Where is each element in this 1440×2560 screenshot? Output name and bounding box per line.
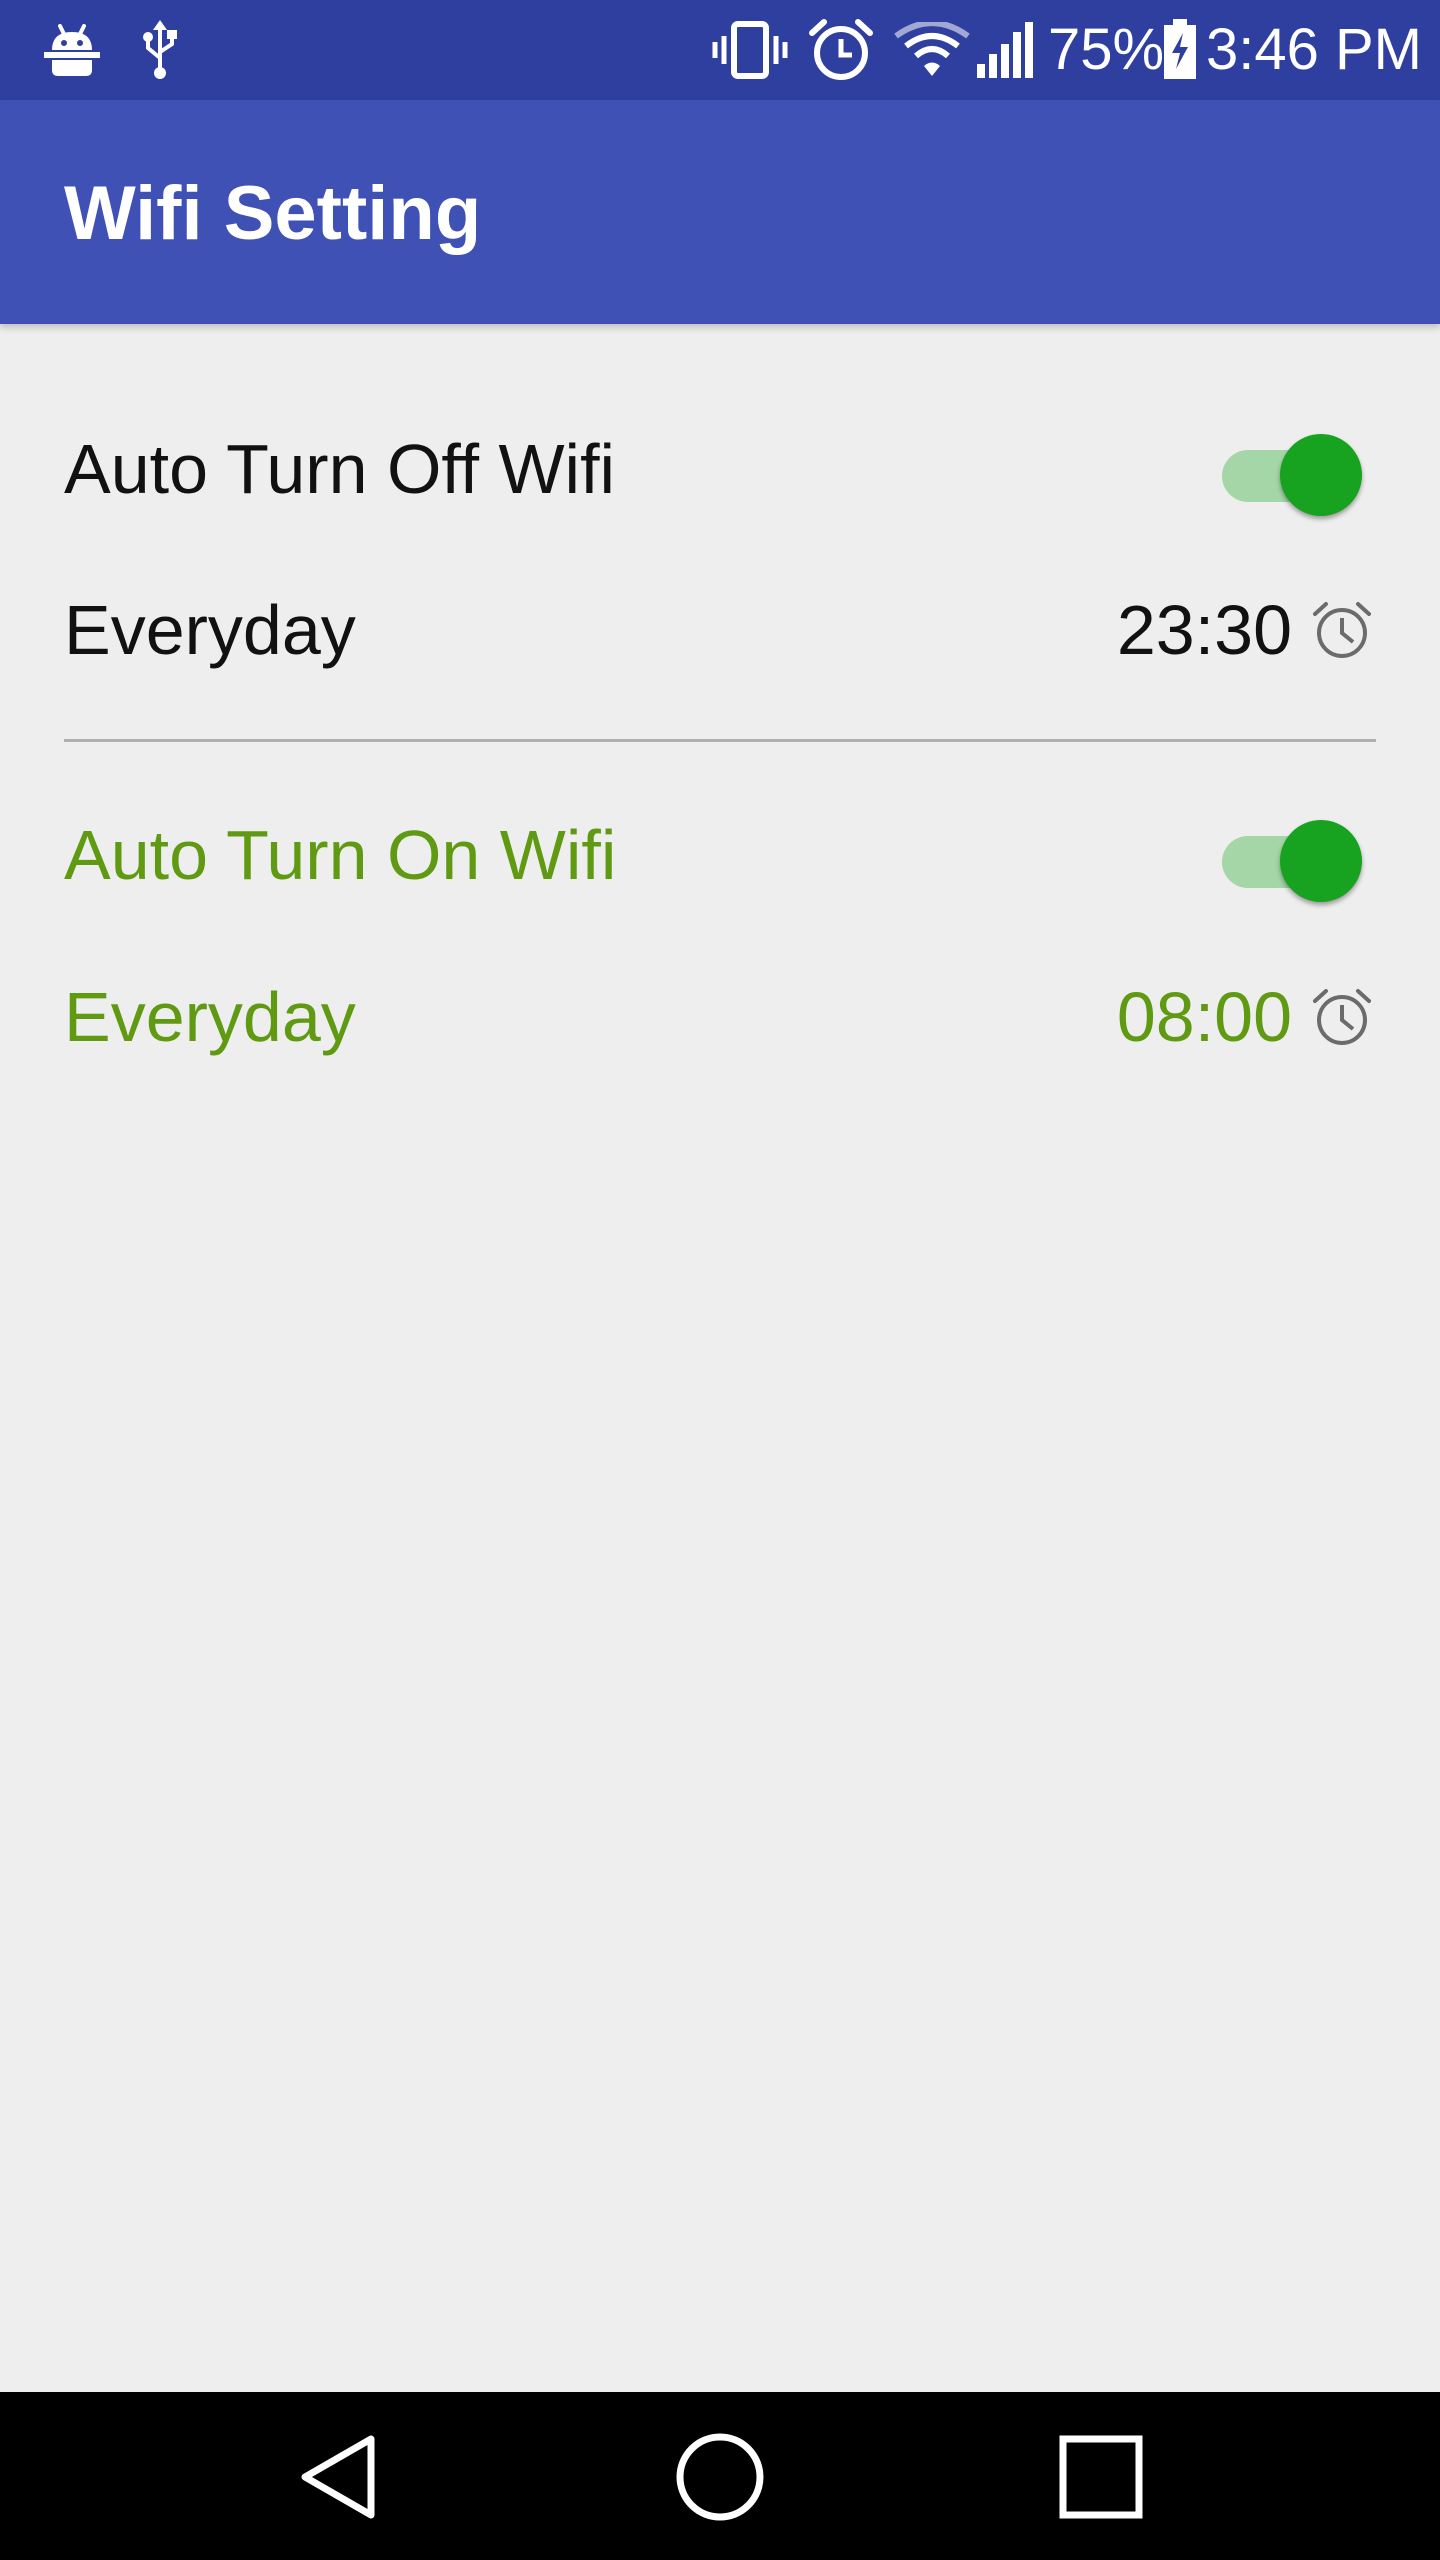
android-debug-icon [40,18,104,82]
toggle-thumb [1280,820,1362,902]
auto-off-alarm-icon[interactable] [1308,596,1376,664]
auto-off-schedule[interactable]: Everyday [64,585,356,675]
auto-on-time[interactable]: 08:00 [1117,972,1292,1062]
auto-off-toggle[interactable] [1218,424,1362,516]
auto-on-label: Auto Turn On Wifi [64,816,617,894]
battery-percent: 75% [1048,17,1165,82]
section-divider [64,739,1376,742]
auto-on-alarm-icon[interactable] [1308,983,1376,1051]
status-bar: 75% 3:46 PM [0,0,1440,100]
wifi-setting-screen: 75% 3:46 PM Wifi Setting Auto Turn Off W… [0,0,1440,2560]
recents-icon[interactable] [1046,2422,1156,2532]
wifi-icon [894,18,970,82]
auto-off-label: Auto Turn Off Wifi [64,430,616,508]
status-time: 3:46 PM [1206,17,1422,82]
toggle-thumb [1280,434,1362,516]
app-bar: Wifi Setting [0,100,1440,324]
auto-on-schedule[interactable]: Everyday [64,972,356,1062]
page-title: Wifi Setting [64,171,482,256]
usb-icon [138,18,182,82]
cell-signal-icon [974,18,1036,82]
alarm-icon [806,18,876,82]
auto-on-toggle[interactable] [1218,810,1362,902]
back-icon[interactable] [286,2422,396,2532]
auto-off-time[interactable]: 23:30 [1117,585,1292,675]
home-icon[interactable] [665,2422,775,2532]
navigation-bar [0,2392,1440,2560]
vibrate-icon [712,18,788,82]
battery-charging-icon [1160,18,1200,82]
